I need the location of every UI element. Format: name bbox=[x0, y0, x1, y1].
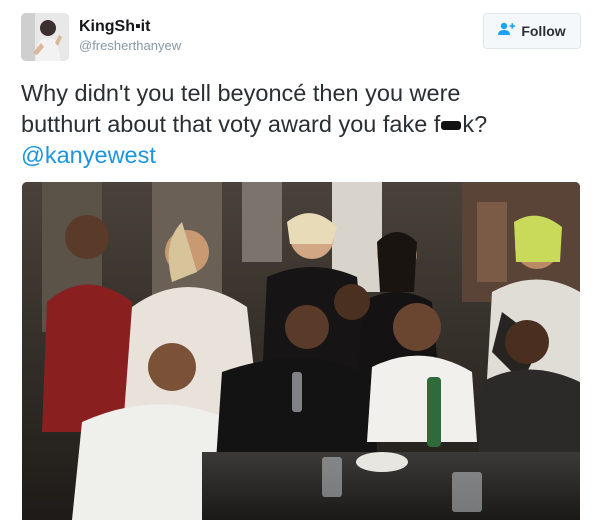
tweet-header: KingSh▪it @fresherthanyew Follow bbox=[21, 13, 581, 61]
follow-label: Follow bbox=[521, 23, 566, 39]
user-info: KingSh▪it @fresherthanyew bbox=[79, 17, 181, 55]
user-handle[interactable]: @fresherthanyew bbox=[79, 37, 181, 55]
display-name[interactable]: KingSh▪it bbox=[79, 17, 181, 37]
user-avatar[interactable] bbox=[21, 13, 69, 61]
mention-link[interactable]: @kanyewest bbox=[21, 142, 156, 168]
tweet-line-2-end: k? bbox=[462, 111, 488, 137]
tweet-line-2-start: butthurt about that voty award you fake … bbox=[21, 111, 441, 137]
tweet-text: Why didn't you tell beyoncé then you wer… bbox=[21, 78, 581, 171]
group-photo-image bbox=[22, 182, 580, 520]
tweet-line-1: Why didn't you tell beyoncé then you wer… bbox=[21, 80, 461, 106]
add-user-icon bbox=[498, 22, 516, 41]
avatar-photo-icon bbox=[21, 13, 69, 61]
tweet-line-2: butthurt about that voty award you fake … bbox=[21, 109, 581, 140]
censor-bar bbox=[441, 121, 462, 131]
follow-button[interactable]: Follow bbox=[483, 13, 581, 49]
tweet-photo[interactable] bbox=[22, 182, 580, 520]
